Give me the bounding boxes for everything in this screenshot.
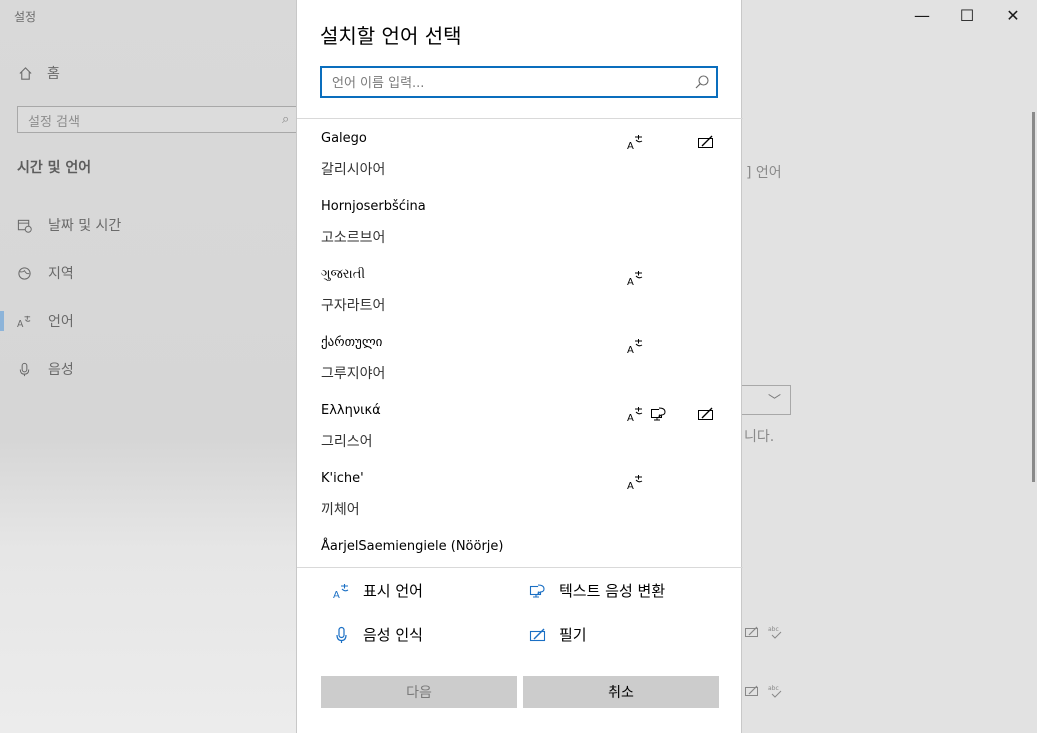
sidebar-home[interactable]: 홈 — [18, 63, 60, 83]
svg-text:A: A — [627, 141, 634, 151]
divider — [297, 567, 743, 568]
language-native-name: Hornjoserbšćina — [321, 199, 426, 214]
text-to-speech-icon — [529, 583, 545, 598]
globe-icon — [18, 266, 31, 280]
display-language-icon: A — [627, 339, 643, 355]
language-korean-name: 그리스어 — [321, 434, 373, 450]
svg-text:A: A — [627, 481, 634, 491]
search-icon: ⌕ — [282, 112, 290, 127]
svg-text:A: A — [333, 590, 340, 600]
close-button[interactable]: ✕ — [1003, 6, 1023, 25]
language-item[interactable]: Galego 갈리시아어 A — [297, 119, 743, 187]
minimize-button[interactable]: — — [912, 6, 932, 25]
display-language-icon: A — [627, 475, 643, 491]
handwriting-icon — [698, 135, 713, 148]
language-item[interactable]: ગુજરાતી 구자라트어 A — [297, 255, 743, 323]
language-item[interactable]: ქართული 그루지야어 A — [297, 323, 743, 391]
sidebar-home-label: 홈 — [47, 66, 60, 82]
sidebar-item-label: 날짜 및 시간 — [48, 218, 122, 234]
language-native-name: ગુજરાતી — [321, 267, 366, 282]
language-item[interactable]: Hornjoserbšćina 고소르브어 — [297, 187, 743, 255]
display-language-icon: A — [333, 583, 349, 600]
svg-text:A: A — [627, 345, 634, 355]
sidebar-item-label: 음성 — [48, 362, 74, 378]
display-language-icon: A — [627, 135, 643, 151]
next-button[interactable]: 다음 — [321, 676, 517, 708]
language-korean-name: 갈리시아어 — [321, 162, 386, 178]
microphone-icon — [19, 362, 30, 376]
language-icon: A — [17, 315, 31, 329]
sidebar-item-label: 지역 — [48, 266, 74, 282]
sidebar-item-language[interactable]: A 언어 — [17, 311, 74, 331]
language-native-name: K'iche' — [321, 471, 364, 486]
handwriting-icon — [698, 407, 713, 420]
background-dropdown[interactable] — [742, 385, 791, 415]
search-icon[interactable] — [694, 74, 710, 90]
app-title: 설정 — [14, 10, 37, 24]
language-item[interactable]: ÅarjelSaemiengiele (Nöörje) — [297, 527, 743, 567]
active-indicator — [0, 311, 4, 331]
legend-text-to-speech: 텍스트 음성 변환 — [529, 580, 665, 601]
settings-content — [742, 0, 1037, 733]
svg-text:A: A — [627, 277, 634, 287]
home-icon — [19, 66, 32, 80]
calendar-clock-icon — [17, 219, 32, 233]
legend-handwriting: 필기 — [529, 624, 587, 645]
language-native-name: Ελληνικά — [321, 403, 381, 418]
background-text: ] 언어 — [746, 165, 782, 181]
display-language-icon: A — [627, 271, 643, 287]
background-feature-icons: abc — [744, 683, 784, 699]
svg-text:abc: abc — [768, 685, 779, 692]
language-search-box[interactable] — [320, 66, 718, 98]
display-language-icon: A — [627, 407, 643, 423]
sidebar-item-datetime[interactable]: 날짜 및 시간 — [17, 215, 121, 235]
sidebar-item-label: 언어 — [48, 314, 74, 330]
sidebar-item-speech[interactable]: 음성 — [17, 359, 74, 379]
svg-text:A: A — [627, 413, 634, 423]
legend-label: 텍스트 음성 변환 — [559, 582, 666, 600]
background-text: 니다. — [744, 429, 775, 445]
spellcheck-icon: abc — [768, 685, 782, 698]
handwriting-icon — [745, 626, 758, 637]
language-item[interactable]: Ελληνικά 그리스어 A — [297, 391, 743, 459]
language-native-name: ქართული — [321, 335, 383, 350]
language-korean-name: 끼체어 — [321, 502, 360, 518]
language-native-name: ÅarjelSaemiengiele (Nöörje) — [321, 539, 504, 554]
background-feature-icons: abc — [744, 624, 784, 640]
legend-label: 표시 언어 — [363, 582, 423, 600]
scrollbar[interactable] — [1032, 112, 1035, 482]
language-native-name: Galego — [321, 131, 367, 146]
language-korean-name: 그루지야어 — [321, 366, 386, 382]
language-list: Galego 갈리시아어 A Hornjoserbšćina 고소르브어 ગુજ… — [297, 119, 743, 567]
section-title: 시간 및 언어 — [17, 160, 92, 176]
text-to-speech-icon — [651, 407, 666, 421]
chevron-down-icon: ﹀ — [768, 394, 782, 409]
language-picker-dialog: 설치할 언어 선택 Galego 갈리시아어 A Hornjoserbšćina… — [296, 0, 743, 733]
language-korean-name: 고소르브어 — [321, 230, 386, 246]
cancel-button[interactable]: 취소 — [523, 676, 719, 708]
svg-text:abc: abc — [768, 626, 779, 633]
language-korean-name: 구자라트어 — [321, 298, 386, 314]
legend-speech-recognition: 음성 인식 — [333, 624, 423, 645]
language-item[interactable]: K'iche' 끼체어 A — [297, 459, 743, 527]
handwriting-icon — [529, 628, 546, 641]
microphone-icon — [336, 626, 347, 643]
handwriting-icon — [745, 685, 758, 696]
spellcheck-icon: abc — [768, 626, 782, 639]
language-search-input[interactable] — [330, 71, 684, 95]
legend-display-language: A 표시 언어 — [333, 580, 423, 601]
svg-text:A: A — [17, 319, 24, 329]
dialog-title: 설치할 언어 선택 — [320, 24, 462, 48]
maximize-button[interactable]: ☐ — [957, 6, 977, 25]
legend-label: 음성 인식 — [363, 626, 423, 644]
settings-search-input[interactable]: 설정 검색 — [17, 106, 300, 133]
legend-label: 필기 — [559, 626, 587, 644]
sidebar-item-region[interactable]: 지역 — [17, 263, 74, 283]
